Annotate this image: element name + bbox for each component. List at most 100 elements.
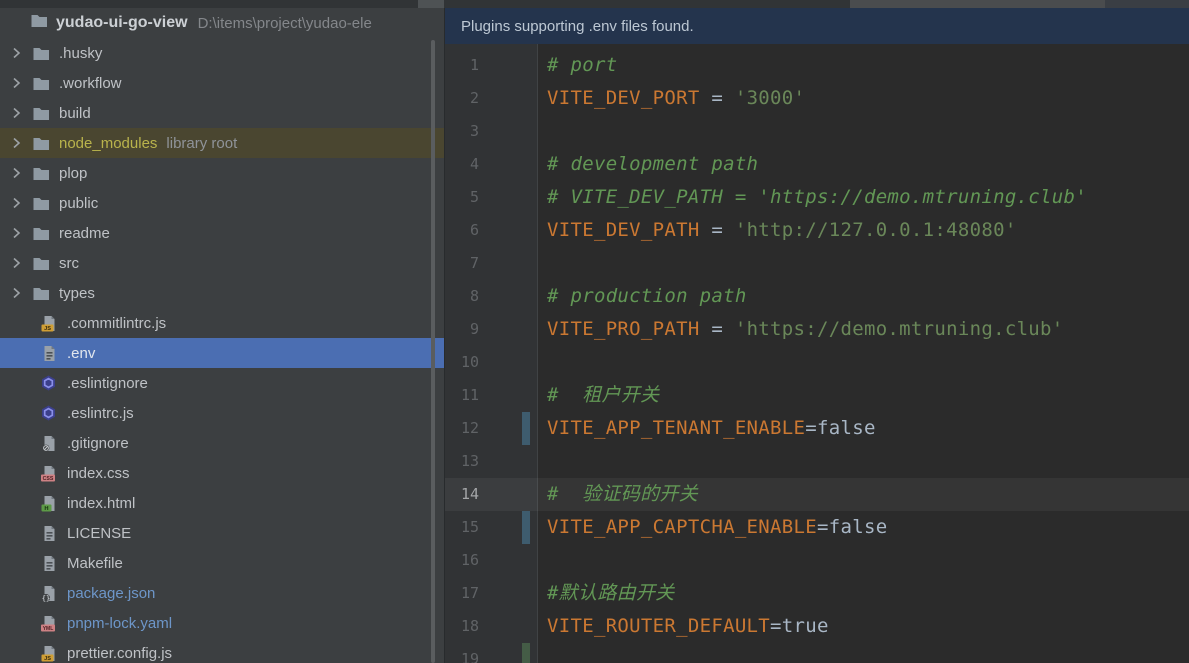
editor-line-8: 8 # production path (445, 280, 1189, 313)
line-number[interactable]: 16 (445, 544, 538, 577)
line-number[interactable]: 18 (445, 610, 538, 643)
vcs-change-marker[interactable] (522, 643, 530, 663)
token-str: '3000' (734, 87, 806, 109)
line-number[interactable]: 3 (445, 115, 538, 148)
code-line-text[interactable] (538, 643, 1189, 663)
tree-item-index-html[interactable]: Hindex.html (0, 488, 444, 518)
tree-item-label: Makefile (67, 554, 123, 572)
code-line-text[interactable]: # 验证码的开关 (538, 478, 1189, 511)
notification-banner[interactable]: Plugins supporting .env files found. (445, 8, 1189, 44)
token-key: VITE_APP_TENANT_ENABLE (547, 417, 806, 439)
code-line-text[interactable]: # production path (538, 280, 1189, 313)
editor-line-7: 7 (445, 247, 1189, 280)
chevron-right-icon[interactable] (8, 285, 30, 301)
code-line-text[interactable]: # development path (538, 148, 1189, 181)
top-strip-scrollbar-thumb[interactable] (850, 0, 1105, 8)
line-number[interactable]: 1 (445, 49, 538, 82)
token-com: # development path (547, 153, 759, 175)
chevron-right-icon[interactable] (8, 105, 30, 121)
line-number[interactable]: 8 (445, 280, 538, 313)
folder-icon (30, 44, 50, 62)
line-number[interactable]: 5 (445, 181, 538, 214)
code-line-text[interactable]: # VITE_DEV_PATH = 'https://demo.mtruning… (538, 181, 1189, 214)
tree-item--eslintrc-js[interactable]: .eslintrc.js (0, 398, 444, 428)
vcs-change-marker[interactable] (522, 412, 530, 445)
token-com: # production path (547, 285, 747, 307)
tree-item-public[interactable]: public (0, 188, 444, 218)
tree-item-readme[interactable]: readme (0, 218, 444, 248)
tree-item-node-modules[interactable]: node_modules library root (0, 128, 444, 158)
code-line-text[interactable] (538, 247, 1189, 280)
tree-item-makefile[interactable]: Makefile (0, 548, 444, 578)
chevron-right-icon[interactable] (8, 165, 30, 181)
chevron-right-icon[interactable] (8, 195, 30, 211)
tree-item-index-css[interactable]: CSS index.css (0, 458, 444, 488)
chevron-right-icon[interactable] (8, 255, 30, 271)
tree-item--env[interactable]: .env (0, 338, 444, 368)
code-line-text[interactable] (538, 346, 1189, 379)
tree-item-types[interactable]: types (0, 278, 444, 308)
token-com: # 验证码的开关 (547, 483, 699, 505)
js-file-icon: JS (38, 314, 58, 332)
line-number[interactable]: 12 (445, 412, 538, 445)
code-line-text[interactable] (538, 544, 1189, 577)
code-line-text[interactable]: VITE_APP_TENANT_ENABLE=false (538, 412, 1189, 445)
code-line-text[interactable]: #默认路由开关 (538, 577, 1189, 610)
line-number[interactable]: 2 (445, 82, 538, 115)
tree-item--workflow[interactable]: .workflow (0, 68, 444, 98)
chevron-right-icon[interactable] (8, 45, 30, 61)
code-line-text[interactable]: VITE_APP_CAPTCHA_ENABLE=false (538, 511, 1189, 544)
vcs-change-marker[interactable] (522, 511, 530, 544)
line-number[interactable]: 15 (445, 511, 538, 544)
code-line-text[interactable]: VITE_PRO_PATH = 'https://demo.mtruning.c… (538, 313, 1189, 346)
line-number[interactable]: 7 (445, 247, 538, 280)
folder-icon (30, 104, 50, 122)
tree-item--commitlintrc-js[interactable]: JS .commitlintrc.js (0, 308, 444, 338)
code-line-text[interactable]: VITE_ROUTER_DEFAULT=true (538, 610, 1189, 643)
code-line-text[interactable] (538, 445, 1189, 478)
token-op: = (699, 219, 735, 241)
code-line-text[interactable]: VITE_DEV_PATH = 'http://127.0.0.1:48080' (538, 214, 1189, 247)
tree-item--husky[interactable]: .husky (0, 38, 444, 68)
code-line-text[interactable]: VITE_DEV_PORT = '3000' (538, 82, 1189, 115)
tree-item--eslintignore[interactable]: .eslintignore (0, 368, 444, 398)
code-line-text[interactable]: # 租户开关 (538, 379, 1189, 412)
line-number[interactable]: 13 (445, 445, 538, 478)
token-key: VITE_APP_CAPTCHA_ENABLE (547, 516, 817, 538)
svg-text:H: H (44, 506, 48, 512)
chevron-right-icon[interactable] (8, 225, 30, 241)
tree-item-label: .husky (59, 44, 103, 62)
line-number[interactable]: 9 (445, 313, 538, 346)
line-number[interactable]: 11 (445, 379, 538, 412)
code-line-text[interactable] (538, 115, 1189, 148)
tree-item-package-json[interactable]: {} package.json (0, 578, 444, 608)
token-val: false (817, 417, 876, 439)
chevron-right-icon[interactable] (8, 75, 30, 91)
folder-icon (30, 254, 50, 272)
line-number[interactable]: 14 (445, 478, 538, 511)
line-number[interactable]: 17 (445, 577, 538, 610)
tree-item-build[interactable]: build (0, 98, 444, 128)
token-str: 'https://demo.mtruning.club' (734, 318, 1064, 340)
line-number[interactable]: 6 (445, 214, 538, 247)
tree-item-plop[interactable]: plop (0, 158, 444, 188)
tree-item-license[interactable]: LICENSE (0, 518, 444, 548)
chevron-right-icon[interactable] (8, 135, 30, 151)
text-file-icon (38, 554, 58, 572)
code-line-text[interactable]: # port (538, 49, 1189, 82)
token-com: #默认路由开关 (547, 582, 675, 604)
project-path: D:\items\project\yudao-ele (197, 14, 372, 32)
tree-item-label: .eslintignore (67, 374, 148, 392)
project-tree-scrollbar[interactable] (431, 40, 435, 663)
tree-item-prettier-config-js[interactable]: JS prettier.config.js (0, 638, 444, 663)
line-number[interactable]: 10 (445, 346, 538, 379)
line-number[interactable]: 19 (445, 643, 538, 663)
project-panel: yudao-ui-go-view D:\items\project\yudao-… (0, 8, 444, 663)
css-file-icon: CSS (38, 464, 58, 482)
line-number[interactable]: 4 (445, 148, 538, 181)
tree-item-pnpm-lock-yaml[interactable]: YML pnpm-lock.yaml (0, 608, 444, 638)
svg-text:CSS: CSS (42, 476, 53, 482)
tree-item--gitignore[interactable]: .gitignore (0, 428, 444, 458)
project-root-row[interactable]: yudao-ui-go-view D:\items\project\yudao-… (0, 8, 444, 38)
tree-item-src[interactable]: src (0, 248, 444, 278)
